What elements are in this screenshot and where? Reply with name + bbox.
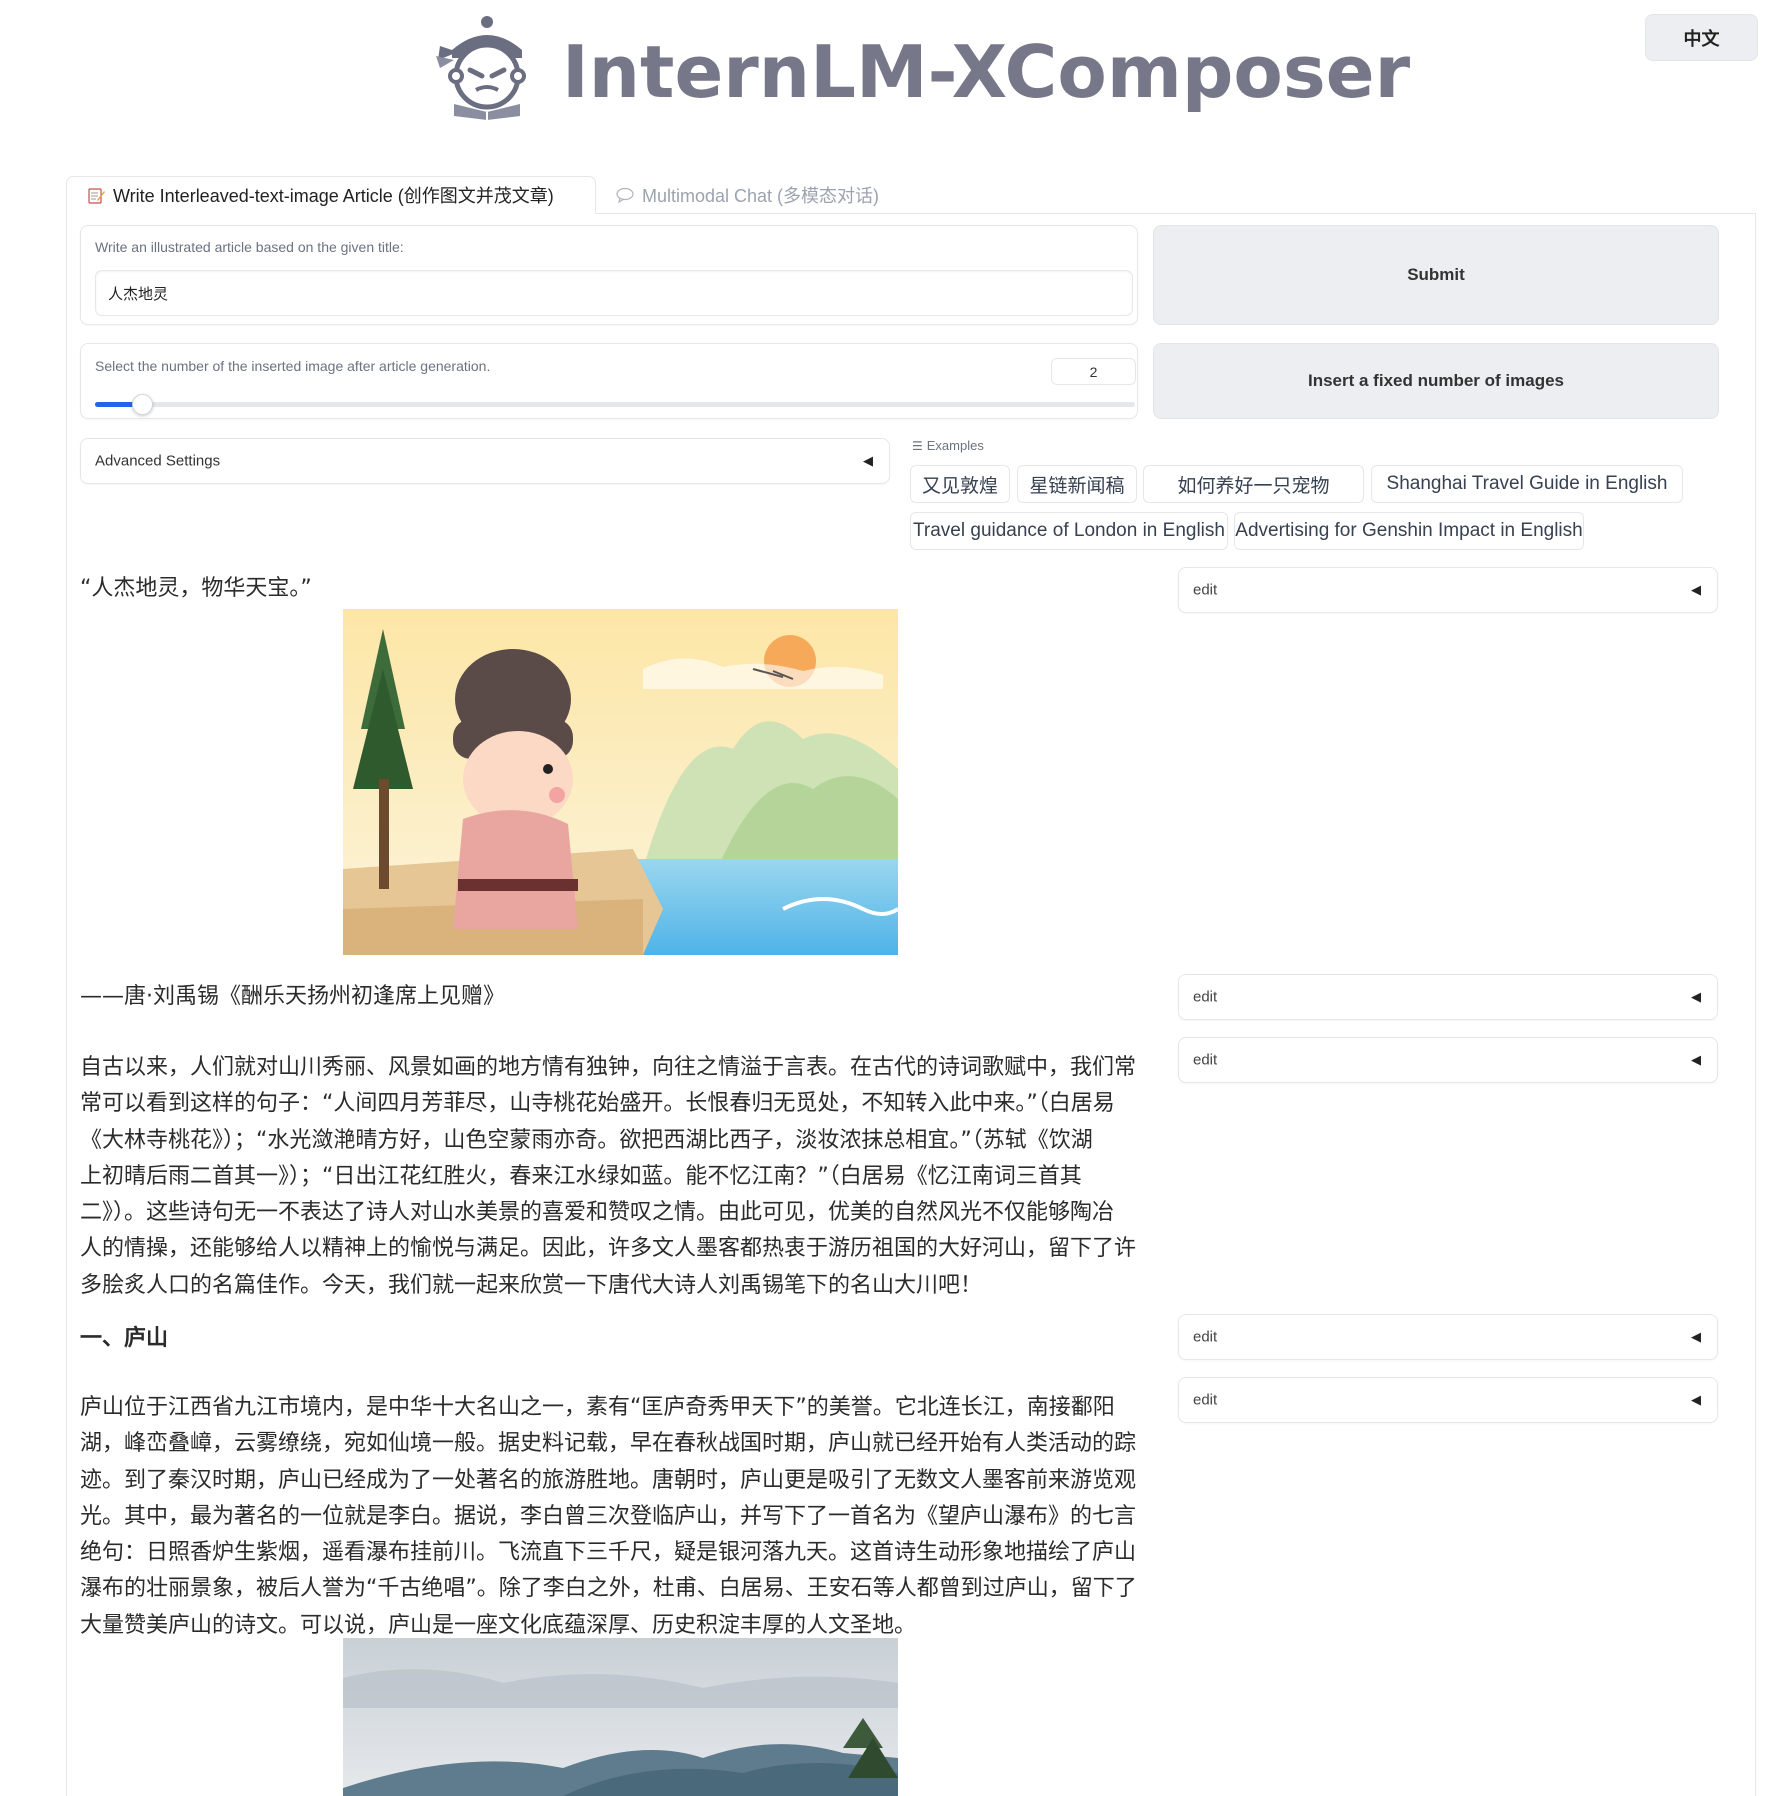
- title-input[interactable]: [95, 270, 1133, 316]
- paragraph-line: 瀑布的壮丽景象，被后人誉为“千古绝唱”。除了李白之外，杜甫、白居易、王安石等人都…: [80, 1576, 1137, 1602]
- edit-accordion[interactable]: edit ◀: [1178, 567, 1718, 613]
- paragraph-line: 自古以来，人们就对山川秀丽、风景如画的地方情有独钟，向往之情溢于言表。在古代的诗…: [80, 1055, 1137, 1080]
- paragraph-line: 迹。到了秦汉时期，庐山已经成为了一处著名的旅游胜地。唐朝时，庐山更是吸引了无数文…: [80, 1467, 1137, 1493]
- edit-label: edit: [1193, 1328, 1218, 1346]
- tab-write-article[interactable]: Write Interleaved-text-image Article (创作…: [66, 176, 596, 214]
- collapse-arrow-icon: ◀: [863, 453, 873, 468]
- tab-bar: Write Interleaved-text-image Article (创作…: [66, 176, 1756, 214]
- examples-header: ☰ Examples: [912, 438, 984, 453]
- example-item[interactable]: Shanghai Travel Guide in English: [1371, 465, 1683, 503]
- insert-images-button[interactable]: Insert a fixed number of images: [1153, 343, 1719, 419]
- mountain-photo-image: [343, 1638, 898, 1796]
- app-title: InternLM-XComposer: [562, 30, 1411, 114]
- language-toggle-button[interactable]: 中文: [1645, 14, 1758, 61]
- edit-accordion[interactable]: edit ◀: [1178, 1314, 1718, 1360]
- paragraph-line: 常可以看到这样的句子：“人间四月芳菲尽，山寺桃花始盛开。长恨春归无觅处，不知转入…: [80, 1091, 1115, 1117]
- mascot-logo-icon: [436, 16, 526, 120]
- edit-accordion[interactable]: edit ◀: [1178, 1377, 1718, 1423]
- collapse-arrow-icon: ◀: [1691, 989, 1701, 1004]
- edit-label: edit: [1193, 581, 1218, 599]
- header: InternLM-XComposer 中文: [0, 0, 1770, 140]
- tab-write-article-label: Write Interleaved-text-image Article (创作…: [113, 186, 554, 206]
- collapse-arrow-icon: ◀: [1691, 1329, 1701, 1344]
- paragraph-line: 上初晴后雨二首其一》）；“日出江花红胜火，春来江水绿如蓝。能不忆江南？”（白居易…: [80, 1163, 1082, 1189]
- paragraph-line: 人的情操，还能够给人以精神上的愉悦与满足。因此，许多文人墨客都热衷于游历祖国的大…: [80, 1236, 1137, 1262]
- edit-accordion[interactable]: edit ◀: [1178, 974, 1718, 1020]
- advanced-settings-accordion[interactable]: Advanced Settings ◀: [80, 438, 890, 484]
- tab-multimodal-chat[interactable]: Multimodal Chat (多模态对话): [596, 176, 899, 214]
- edit-label: edit: [1193, 1391, 1218, 1409]
- image-count-number-input[interactable]: 2: [1051, 358, 1136, 385]
- edit-label: edit: [1193, 988, 1218, 1006]
- paragraph-line: 《大林寺桃花》）；“水光潋滟晴方好，山色空蒙雨亦奇。欲把西湖比西子，淡妆浓抹总相…: [80, 1127, 1093, 1153]
- chat-bubble-icon: [616, 187, 634, 204]
- paragraph-line: 多脍炙人口的名篇佳作。今天，我们就一起来欣赏一下唐代大诗人刘禹锡笔下的名山大川吧…: [80, 1272, 983, 1298]
- edit-label: edit: [1193, 1051, 1218, 1069]
- article-intro-paragraph: 自古以来，人们就对山川秀丽、风景如画的地方情有独钟，向往之情溢于言表。在古代的诗…: [80, 1050, 1150, 1304]
- collapse-arrow-icon: ◀: [1691, 1052, 1701, 1067]
- example-item[interactable]: 又见敦煌: [910, 465, 1010, 503]
- example-item[interactable]: 如何养好一只宠物: [1143, 465, 1364, 503]
- poet-illustration-image: [343, 609, 898, 955]
- collapse-arrow-icon: ◀: [1691, 582, 1701, 597]
- paragraph-line: 光。其中，最为著名的一位就是李白。据说，李白曾三次登临庐山，并写下了一首名为《望…: [80, 1503, 1137, 1529]
- collapse-arrow-icon: ◀: [1691, 1392, 1701, 1407]
- image-count-group: Select the number of the inserted image …: [80, 343, 1138, 419]
- title-input-group: Write an illustrated article based on th…: [80, 225, 1138, 325]
- slider-thumb[interactable]: [131, 394, 153, 415]
- examples-label: Examples: [926, 438, 984, 453]
- pencil-icon: [88, 188, 105, 204]
- tab-multimodal-chat-label: Multimodal Chat (多模态对话): [642, 186, 880, 206]
- article-attribution: ——唐·刘禹锡《酬乐天扬州初逢席上见赠》: [80, 984, 505, 1009]
- article-quote: “人杰地灵，物华天宝。”: [80, 576, 312, 601]
- image-count-slider[interactable]: [95, 394, 1135, 415]
- title-input-label: Write an illustrated article based on th…: [95, 239, 404, 255]
- list-icon: ☰: [912, 438, 923, 453]
- example-item[interactable]: Travel guidance of London in English: [910, 512, 1228, 550]
- edit-accordion[interactable]: edit ◀: [1178, 1037, 1718, 1083]
- paragraph-line: 庐山位于江西省九江市境内，是中华十大名山之一，素有“匡庐奇秀甲天下”的美誉。它北…: [80, 1395, 1115, 1420]
- example-item[interactable]: Advertising for Genshin Impact in Englis…: [1234, 512, 1584, 550]
- paragraph-line: 绝句：日照香炉生紫烟，遥看瀑布挂前川。飞流直下三千尺，疑是银河落九天。这首诗生动…: [80, 1540, 1137, 1566]
- paragraph-line: 湖，峰峦叠嶂，云雾缭绕，宛如仙境一般。据史料记载，早在春秋战国时期，庐山就已经开…: [80, 1431, 1137, 1457]
- example-item[interactable]: 星链新闻稿: [1017, 465, 1137, 503]
- article-lushan-paragraph: 庐山位于江西省九江市境内，是中华十大名山之一，素有“匡庐奇秀甲天下”的美誉。它北…: [80, 1390, 1150, 1644]
- paragraph-line: 二》）。这些诗句无一不表达了诗人对山水美景的喜爱和赞叹之情。由此可见，优美的自然…: [80, 1200, 1115, 1226]
- section-heading: 一、庐山: [80, 1326, 169, 1351]
- advanced-settings-label: Advanced Settings: [95, 452, 221, 470]
- submit-button[interactable]: Submit: [1153, 225, 1719, 325]
- image-count-label: Select the number of the inserted image …: [95, 358, 491, 374]
